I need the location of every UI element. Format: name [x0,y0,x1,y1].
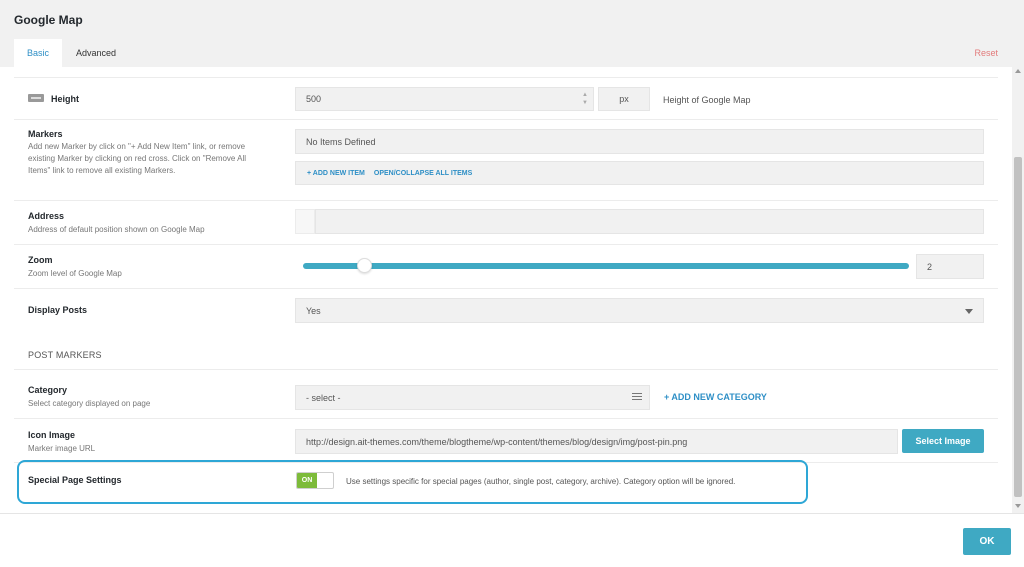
scroll-down-icon[interactable] [1015,504,1021,508]
divider [14,77,998,78]
dialog-footer: OK [0,513,1024,567]
special-page-description: Use settings specific for special pages … [346,477,736,486]
category-select[interactable]: - select - [295,385,650,410]
add-new-item-link[interactable]: + ADD NEW ITEM [307,170,365,177]
zoom-value: 2 [927,261,933,272]
height-spinner[interactable]: ▲ ▼ [580,91,590,109]
markers-list: No Items Defined [295,129,984,154]
scrollbar[interactable] [1012,67,1024,513]
ok-button[interactable]: OK [963,528,1011,555]
category-label: Category [28,385,68,395]
height-label: Height [51,94,79,104]
dialog-title: Google Map [14,13,83,27]
special-page-label: Special Page Settings [28,475,122,485]
markers-actions: + ADD NEW ITEM OPEN/COLLAPSE ALL ITEMS [295,161,984,185]
special-page-toggle[interactable]: ON [296,472,334,489]
divider [14,244,998,245]
address-input-prefix [295,209,315,234]
height-input[interactable]: 500 [295,87,594,111]
display-posts-select[interactable]: Yes [295,298,984,323]
markers-label: Markers [28,129,63,139]
scroll-up-icon[interactable] [1015,69,1021,73]
reset-link[interactable]: Reset [974,48,998,58]
markers-description: Add new Marker by click on "+ Add New It… [28,142,247,175]
tab-basic[interactable]: Basic [14,39,62,67]
zoom-slider-handle[interactable] [357,258,372,273]
select-image-button[interactable]: Select Image [902,429,984,453]
zoom-slider-track[interactable] [303,263,909,269]
height-value: 500 [306,94,322,104]
icon-image-description: Marker image URL [28,444,96,453]
divider [14,369,998,370]
address-input[interactable] [315,209,984,234]
open-collapse-all-link[interactable]: OPEN/COLLAPSE ALL ITEMS [374,170,472,177]
icon-image-url-input[interactable]: http://design.ait-themes.com/theme/blogt… [295,429,898,454]
zoom-description: Zoom level of Google Map [28,269,122,278]
toggle-on-label: ON [297,473,317,488]
divider [14,418,998,419]
spin-down-icon[interactable]: ▼ [580,99,590,107]
markers-empty-text: No Items Defined [306,136,376,147]
scrollbar-thumb[interactable] [1014,157,1022,497]
dialog-header: Google Map Basic Advanced Reset [0,0,1024,67]
add-new-category-link[interactable]: + ADD NEW CATEGORY [664,392,767,402]
list-icon [632,393,642,402]
zoom-input[interactable]: 2 [916,254,984,279]
settings-panel: Height 500 ▲ ▼ px Height of Google Map M… [0,67,1012,513]
height-icon [28,94,44,102]
icon-image-url: http://design.ait-themes.com/theme/blogt… [306,436,688,447]
category-description: Select category displayed on page [28,399,151,408]
display-posts-value: Yes [306,305,321,316]
section-heading-post-markers: POST MARKERS [28,350,102,360]
icon-image-label: Icon Image [28,430,76,440]
height-unit: px [598,87,650,111]
divider [14,200,998,201]
tab-advanced[interactable]: Advanced [66,39,126,67]
chevron-down-icon [965,309,973,314]
address-description: Address of default position shown on Goo… [28,225,205,234]
height-hint: Height of Google Map [663,95,751,105]
display-posts-label: Display Posts [28,305,88,315]
spin-up-icon[interactable]: ▲ [580,91,590,99]
category-value: - select - [306,392,341,403]
divider [14,119,998,120]
zoom-label: Zoom [28,255,53,265]
divider [14,288,998,289]
address-label: Address [28,211,65,221]
